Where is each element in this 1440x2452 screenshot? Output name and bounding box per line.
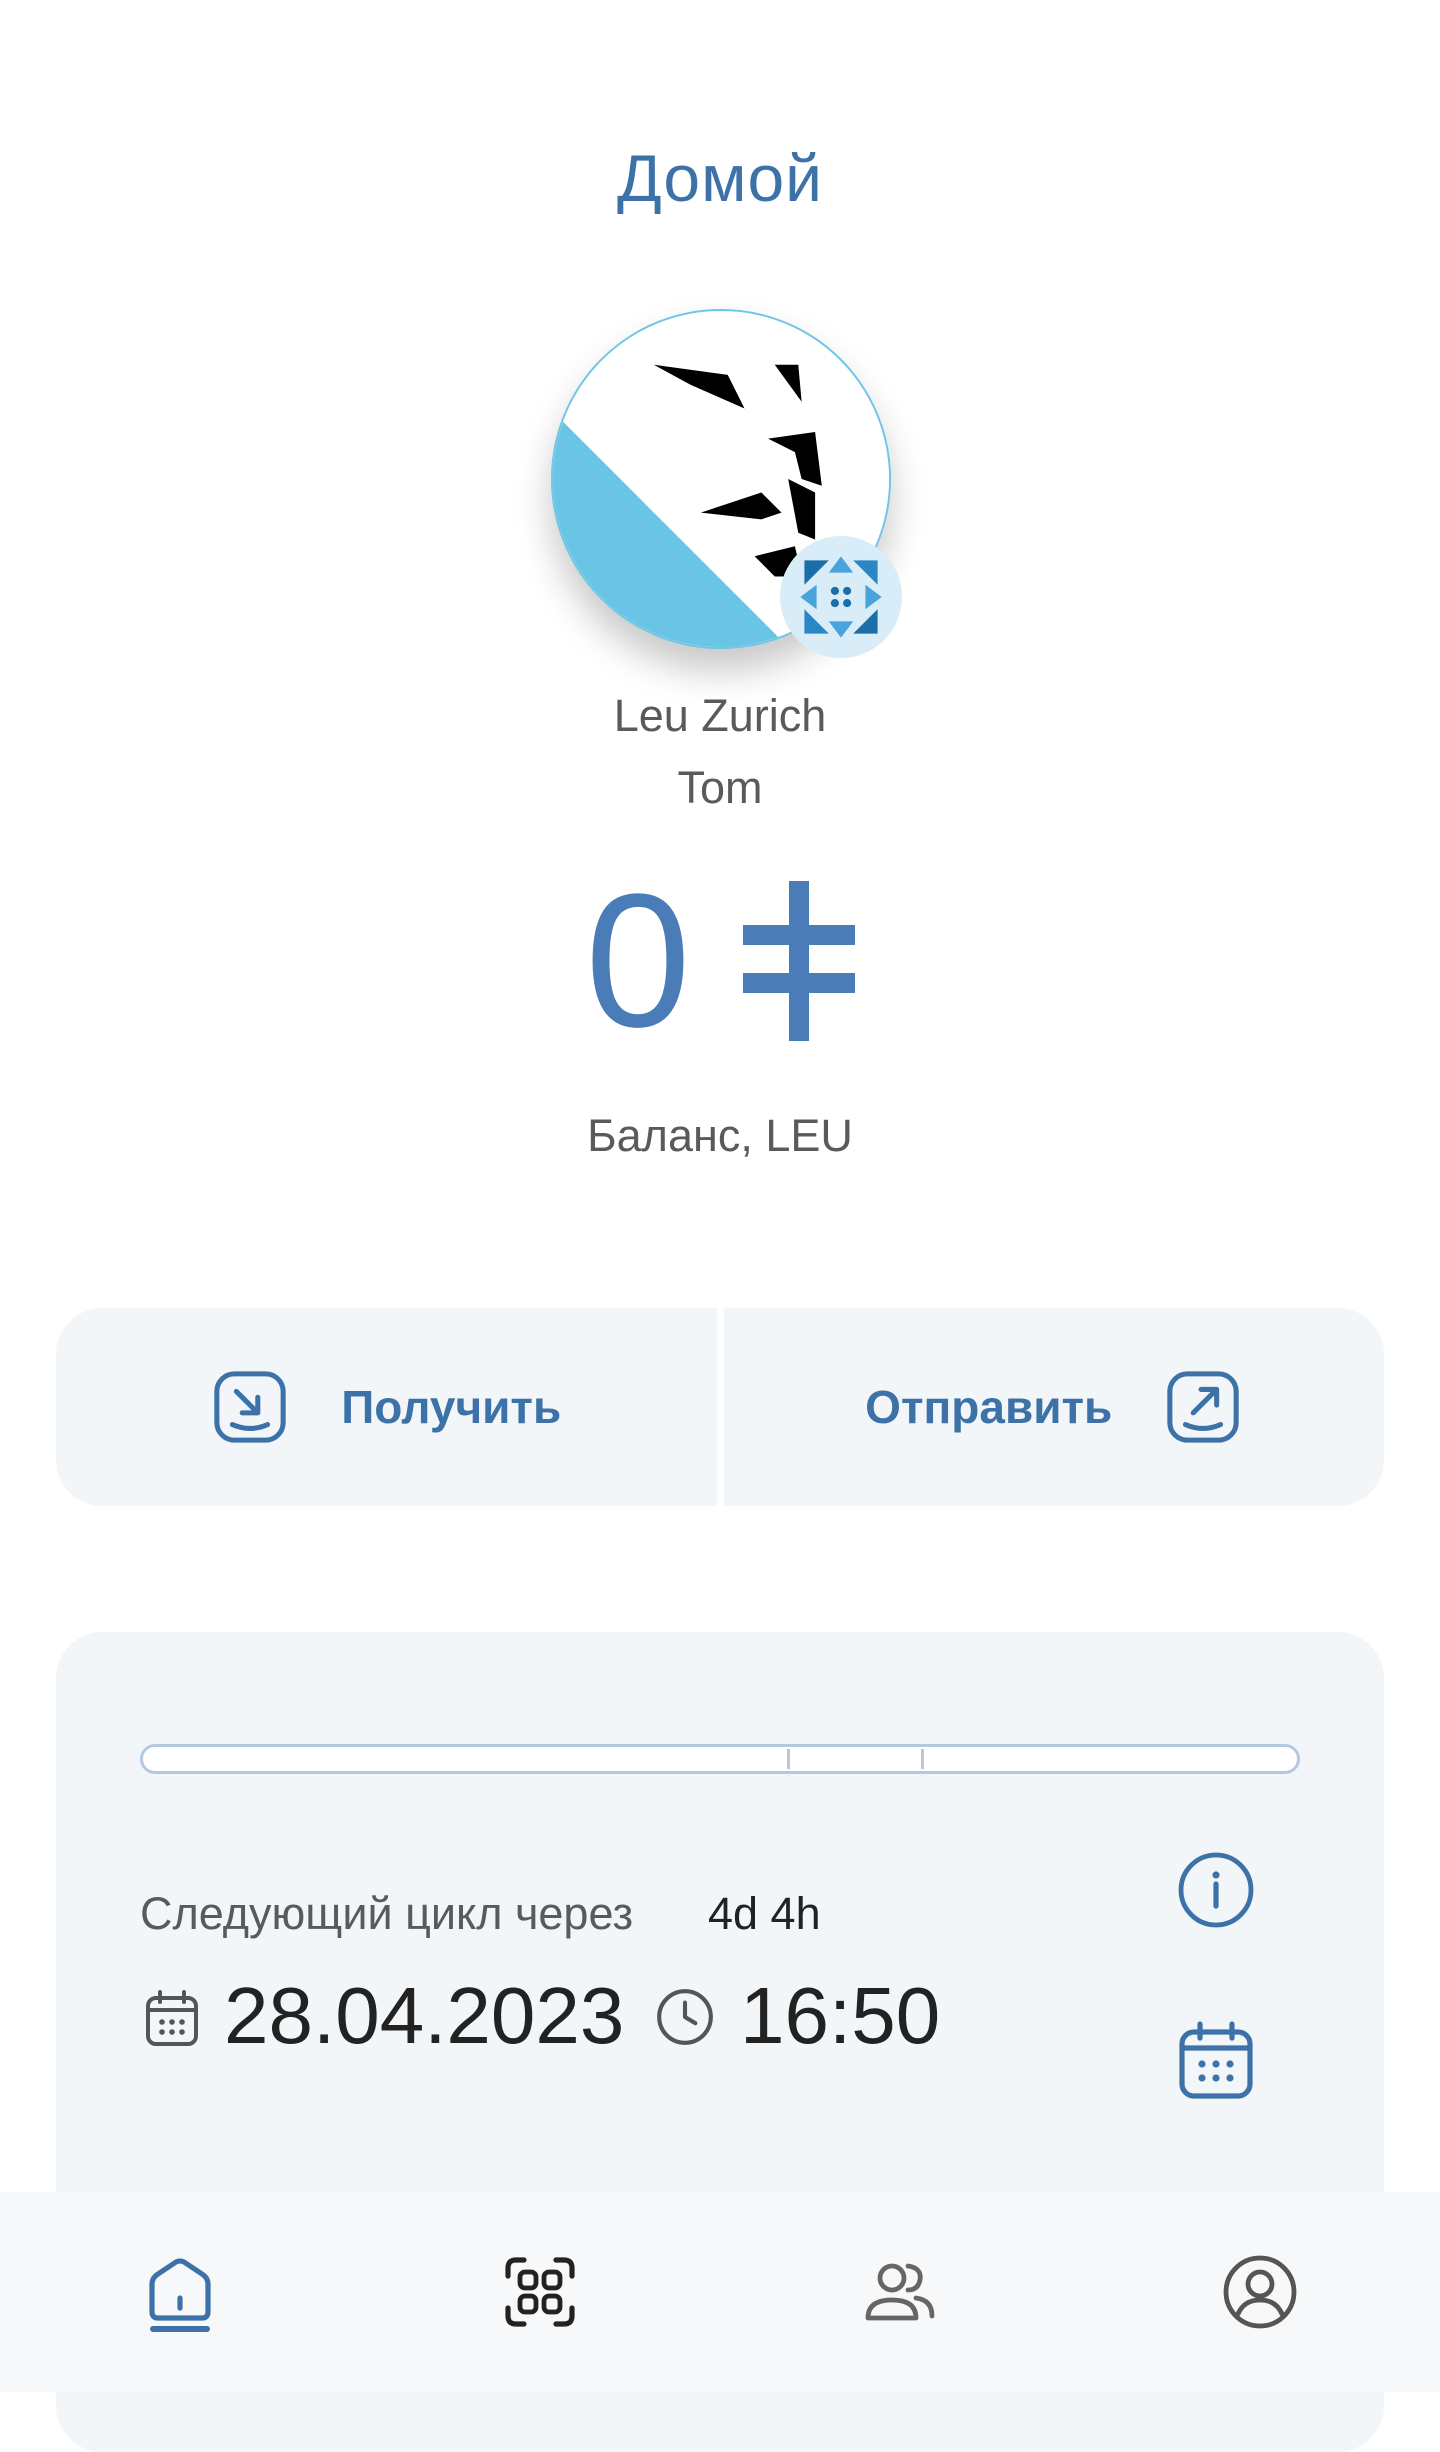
leu-currency-icon bbox=[742, 881, 855, 1041]
page-title: Домой bbox=[616, 141, 824, 215]
balance-label: Баланс, LEU bbox=[587, 1110, 853, 1161]
calendar-icon bbox=[146, 1990, 198, 2046]
community-name: Leu Zurich bbox=[613, 690, 827, 741]
cycle-date: 28.04.2023 bbox=[224, 1971, 625, 2060]
send-label: Отправить bbox=[865, 1381, 1113, 1433]
nav-active-indicator bbox=[150, 2326, 210, 2332]
add-to-calendar-icon[interactable] bbox=[1178, 2020, 1254, 2100]
action-divider bbox=[716, 1308, 724, 1506]
nav-contacts[interactable] bbox=[720, 2192, 1080, 2392]
info-icon[interactable] bbox=[1176, 1850, 1256, 1930]
receive-button[interactable]: Получить bbox=[56, 1308, 717, 1506]
balance-display: 0 bbox=[0, 866, 1440, 1056]
clock-icon bbox=[657, 1989, 713, 2045]
user-name: Tom bbox=[677, 762, 763, 813]
balance-value: 0 bbox=[585, 855, 691, 1067]
bottom-navigation bbox=[0, 2192, 1440, 2392]
send-icon bbox=[1167, 1371, 1239, 1443]
next-cycle-label: Следующий цикл через bbox=[140, 1888, 634, 1939]
nav-home[interactable] bbox=[0, 2192, 360, 2392]
nav-scan[interactable] bbox=[360, 2192, 720, 2392]
action-buttons: Получить Отправить bbox=[56, 1308, 1384, 1506]
progress-tick bbox=[787, 1749, 790, 1769]
home-icon bbox=[149, 2258, 211, 2321]
progress-tick bbox=[921, 1749, 924, 1769]
nav-profile[interactable] bbox=[1080, 2192, 1440, 2392]
receive-label: Получить bbox=[341, 1381, 562, 1433]
cycle-time: 16:50 bbox=[740, 1971, 941, 2060]
send-button[interactable]: Отправить bbox=[724, 1308, 1385, 1506]
contacts-icon bbox=[865, 2263, 935, 2321]
encointer-logo-icon bbox=[780, 536, 902, 658]
profile-icon bbox=[1223, 2255, 1297, 2329]
next-cycle-remaining: 4d 4h bbox=[708, 1888, 821, 1939]
cycle-progress-bar bbox=[140, 1744, 1300, 1774]
qr-scan-icon bbox=[505, 2257, 575, 2327]
receive-icon bbox=[214, 1371, 286, 1443]
